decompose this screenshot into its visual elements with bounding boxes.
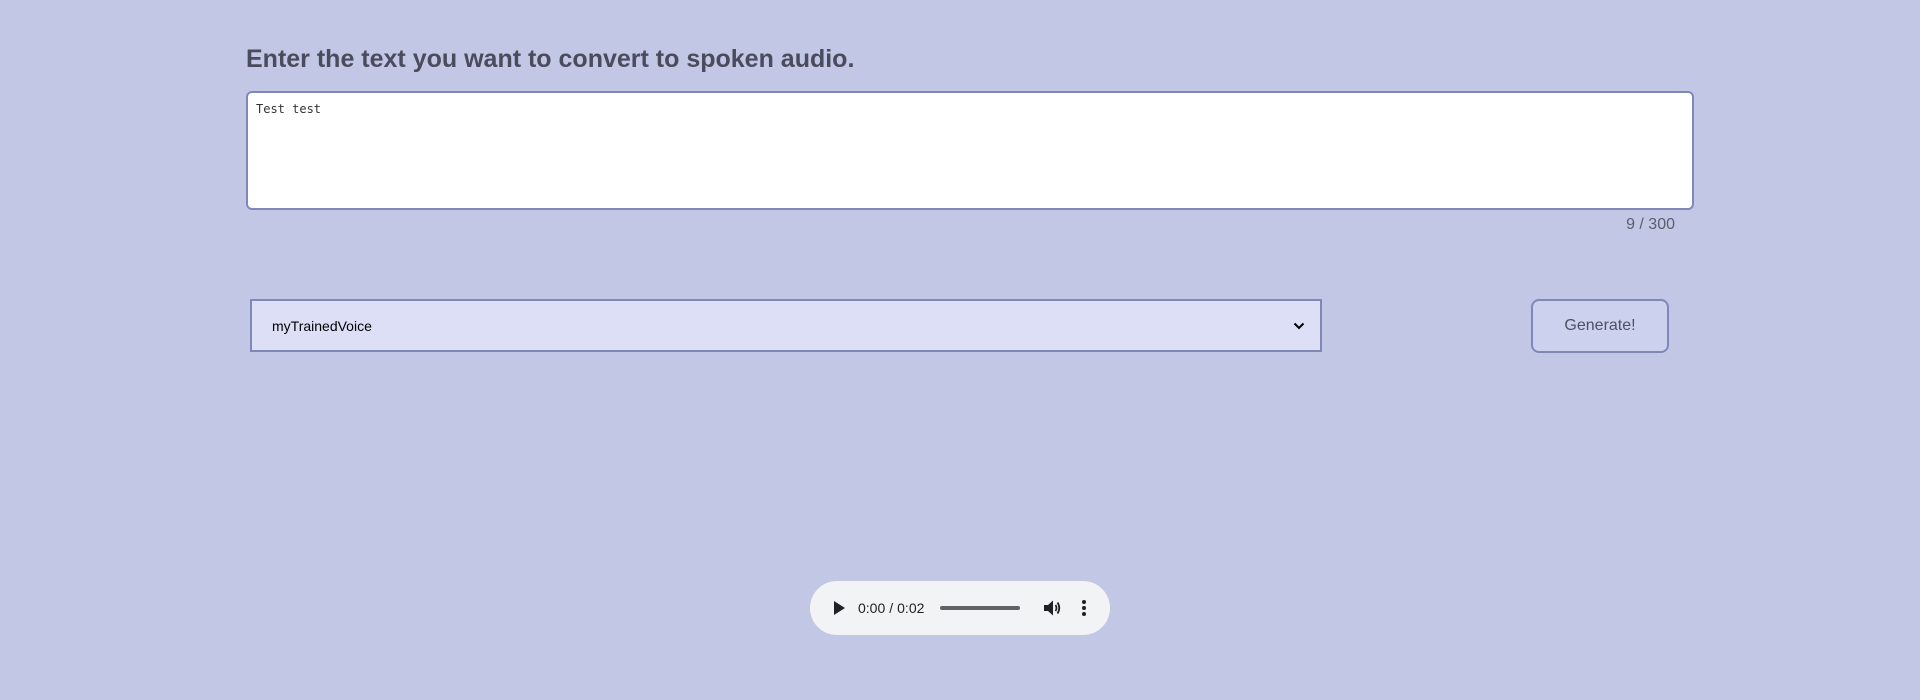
more-options-icon[interactable] (1076, 597, 1092, 619)
generate-button[interactable]: Generate! (1531, 299, 1669, 353)
page-heading: Enter the text you want to convert to sp… (246, 45, 855, 73)
audio-time-separator: / (889, 600, 894, 616)
chevron-down-icon (1292, 319, 1306, 333)
audio-current-time: 0:00 (858, 600, 886, 616)
text-input[interactable]: Test test (246, 91, 1694, 210)
char-counter: 9 / 300 (1626, 216, 1675, 233)
page: Enter the text you want to convert to sp… (0, 0, 1920, 700)
volume-icon[interactable] (1042, 597, 1064, 619)
audio-progress-slider[interactable] (940, 606, 1021, 610)
audio-time: 0:00/0:02 (858, 600, 924, 616)
voice-select[interactable]: myTrainedVoice (250, 299, 1322, 352)
audio-player: 0:00/0:02 (810, 581, 1110, 635)
voice-select-value: myTrainedVoice (272, 317, 372, 334)
play-icon[interactable] (828, 597, 850, 619)
audio-duration: 0:02 (897, 600, 925, 616)
